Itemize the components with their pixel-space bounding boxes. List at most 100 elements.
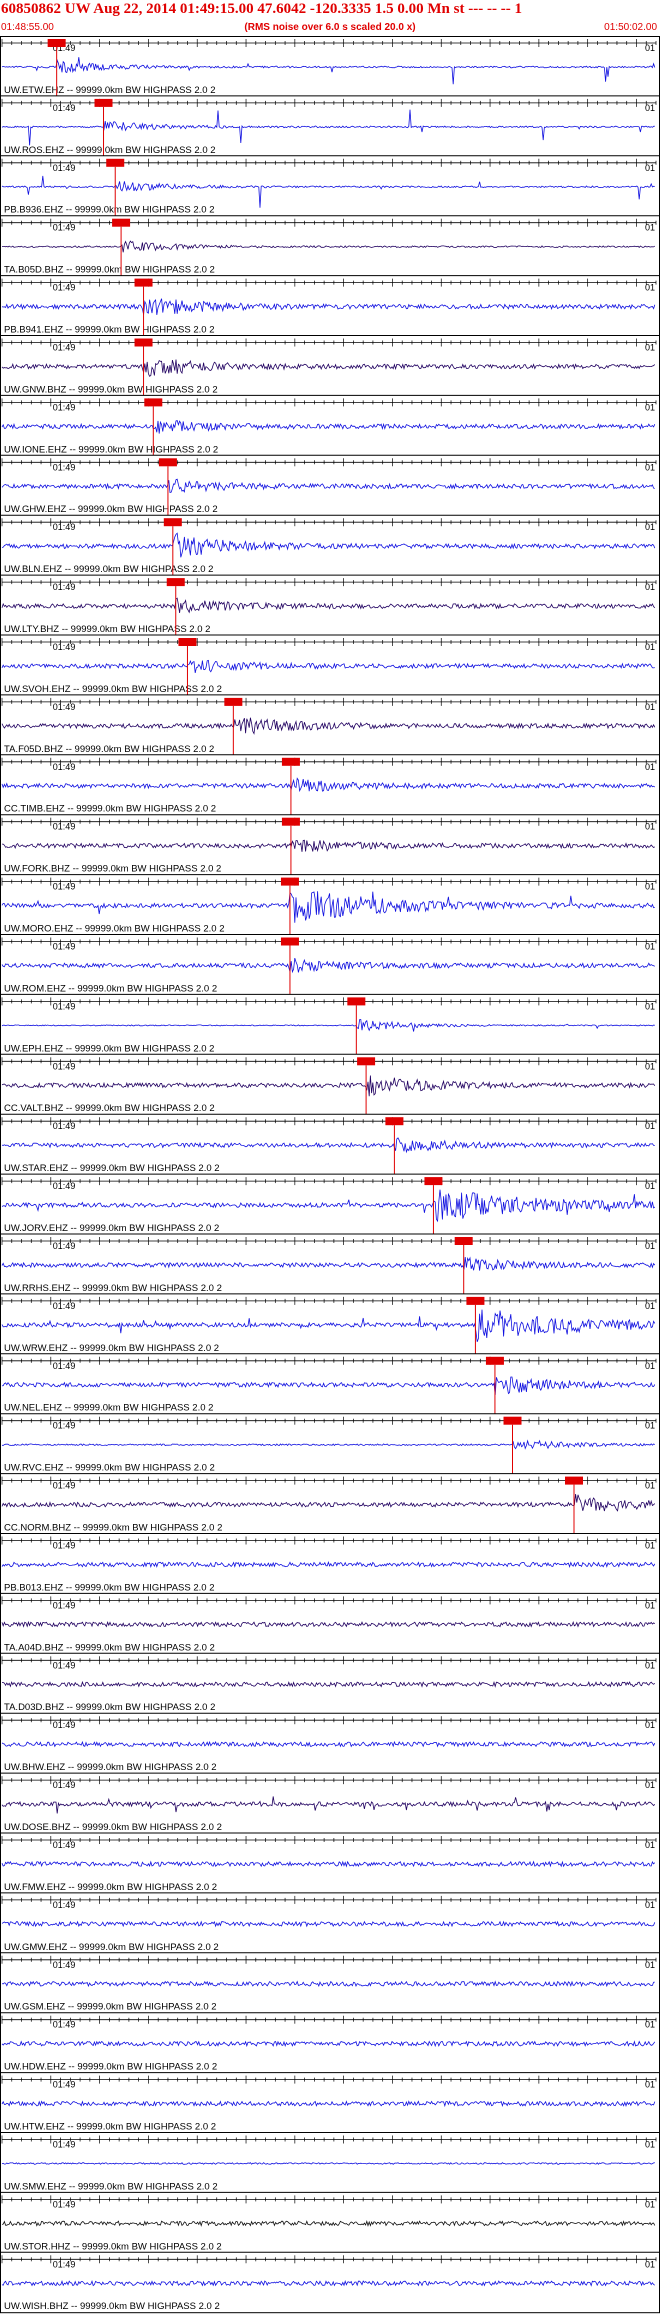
station-label: UW.ROM.EHZ -- 99999.0km BW HIGHPASS 2.0 … (4, 983, 217, 994)
pick-marker (280, 937, 299, 946)
station-label: UW.STAR.EHZ -- 99999.0km BW HIGHPASS 2.0… (4, 1163, 220, 1174)
tick-label: 01 (645, 1361, 655, 1371)
waveform-trace (1, 2220, 656, 2227)
station-label: UW.SMW.EHZ -- 99999.0km BW HIGHPASS 2.0 … (4, 2181, 218, 2192)
waveform-trace (1, 1561, 656, 1569)
tick-label: 01:49 (53, 822, 76, 832)
station-label: PB.B013.EHZ -- 99999.0km BW HIGHPASS 2.0… (4, 1582, 215, 1593)
trace-panel: 01:49 01 TA.B05D.BHZ -- 99999.0km BW HIGHP… (0, 215, 660, 276)
pick-marker (134, 278, 153, 287)
tick-label: 01:49 (53, 642, 76, 652)
trace-panel: 01:49 01 UW.GNW.BHZ -- 99999.0km BW HIGHPA… (0, 335, 660, 396)
tick-label: 01:49 (53, 1421, 76, 1431)
trace-panel: 01:49 01 CC.TIMB.EHZ -- 99999.0km BW HIGHP… (0, 754, 660, 815)
waveform-trace (1, 419, 656, 434)
tick-label: 01 (645, 1061, 655, 1071)
pick-marker (163, 518, 182, 527)
tick-label: 01:49 (53, 2020, 76, 2030)
tick-label: 01:49 (53, 1660, 76, 1670)
waveform-trace (1, 777, 656, 793)
station-label: PB.B936.EHZ -- 99999.0km BW HIGHPASS 2.0… (4, 205, 215, 216)
tick-label: 01 (645, 1600, 655, 1610)
tick-label: 01:49 (53, 1061, 76, 1071)
trace-panel: 01:49 01 UW.GHW.EHZ -- 99999.0km BW HIGHPA… (0, 454, 660, 516)
trace-panel: 01:49 01 UW.ROM.EHZ -- 99999.0km BW HIGHPA… (0, 934, 660, 995)
tick-label: 01:49 (53, 1001, 76, 1011)
station-label: PB.B941.EHZ -- 99999.0km BW HIGHPASS 2.0… (4, 325, 215, 336)
waveform-trace (2, 839, 656, 853)
pick-marker (466, 1296, 485, 1305)
tick-label: 01:49 (53, 882, 76, 892)
station-label: UW.WISH.BHZ -- 99999.0km BW HIGHPASS 2.0… (4, 2301, 220, 2312)
tick-label: 01 (645, 702, 655, 712)
trace-panel: 01:49 01 UW.IONE.EHZ -- 99999.0km BW HIGHP… (0, 394, 660, 456)
tick-label: 01 (645, 1421, 655, 1431)
station-label: UW.GNW.BHZ -- 99999.0km BW HIGHPASS 2.0 … (4, 384, 218, 395)
station-label: UW.STOR.HHZ -- 99999.0km BW HIGHPASS 2.0… (4, 2241, 222, 2252)
trace-panel: 01:49 01 CC.NORM.BHZ -- 99999.0km BW HIGHP… (0, 1473, 660, 1534)
trace-panel: 01:49 01 UW.WRW.EHZ -- 99999.0km BW HIGHPA… (0, 1293, 660, 1354)
tick-label: 01:49 (53, 1780, 76, 1790)
pick-marker (47, 39, 66, 47)
waveform-trace (1, 532, 656, 558)
tick-label: 01 (645, 2199, 655, 2209)
pick-marker (178, 638, 197, 646)
station-label: UW.WRW.EHZ -- 99999.0km BW HIGHPASS 2.0 … (4, 1343, 219, 1354)
tick-label: 01 (645, 343, 655, 353)
pick-marker (347, 997, 366, 1006)
station-label: UW.BLN.EHZ -- 99999.0km BW HIGHPASS 2.0 … (4, 564, 213, 575)
station-label: CC.VALT.BHZ -- 99999.0km BW HIGHPASS 2.0… (4, 1103, 215, 1114)
trace-panel: 01:49 01 UW.BLN.EHZ -- 99999.0km BW HIGHPA… (0, 514, 660, 576)
end-time: 01:50:02.00 (604, 22, 657, 33)
waveform-trace (1, 175, 655, 208)
tick-label: 01:49 (53, 2259, 76, 2269)
pick-marker (357, 1057, 376, 1066)
tick-label: 01 (645, 1241, 655, 1251)
trace-panel: 01:49 01 UW.RVC.EHZ -- 99999.0km BW HIGHPA… (0, 1413, 660, 1474)
tick-label: 01:49 (53, 522, 76, 532)
trace-panel: 01:49 01 TA.D03D.BHZ -- 99999.0km BW HIGHP… (0, 1652, 660, 1713)
pick-marker (424, 1177, 443, 1186)
tick-label: 01 (645, 2259, 655, 2269)
tick-label: 01 (645, 2080, 655, 2090)
trace-panel: 01:49 01 UW.EPH.EHZ -- 99999.0km BW HIGHPA… (0, 993, 660, 1054)
tick-label: 01:49 (53, 1720, 76, 1730)
station-label: UW.RVC.EHZ -- 99999.0km BW HIGHPASS 2.0 … (4, 1463, 215, 1474)
tick-label: 01 (645, 223, 655, 233)
record-header: 60850862 UW Aug 22, 2014 01:49:15.00 47.… (0, 0, 660, 36)
waveform-trace (1, 1620, 656, 1628)
pick-marker (106, 158, 125, 167)
tick-label: 01:49 (53, 1121, 76, 1131)
trace-panel: 01:49 01 TA.A04D.BHZ -- 99999.0km BW HIGHP… (0, 1592, 660, 1653)
station-label: UW.HTW.EHZ -- 99999.0km BW HIGHPASS 2.0 … (4, 2122, 216, 2133)
station-label: UW.FORK.BHZ -- 99999.0km BW HIGHPASS 2.0… (4, 864, 221, 875)
trace-panel: 01:49 01 UW.JORV.EHZ -- 99999.0km BW HIGHP… (0, 1173, 660, 1234)
waveform-trace (1, 1860, 656, 1868)
station-label: UW.EPH.EHZ -- 99999.0km BW HIGHPASS 2.0 … (4, 1043, 214, 1054)
tick-label: 01:49 (53, 1600, 76, 1610)
waveform-trace (1, 478, 655, 494)
station-label: UW.JORV.EHZ -- 99999.0km BW HIGHPASS 2.0… (4, 1223, 219, 1234)
trace-panel: 01:49 01 UW.HTW.EHZ -- 99999.0km BW HIGHPA… (0, 2072, 660, 2133)
station-label: CC.TIMB.EHZ -- 99999.0km BW HIGHPASS 2.0… (4, 804, 216, 815)
tick-label: 01 (645, 1541, 655, 1551)
trace-panel: 01:49 01 UW.DOSE.BHZ -- 99999.0km BW HIGHP… (0, 1772, 660, 1833)
tick-label: 01:49 (53, 702, 76, 712)
tick-label: 01 (645, 642, 655, 652)
waveform-trace (1, 2040, 656, 2048)
tick-label: 01:49 (53, 1301, 76, 1311)
tick-label: 01:49 (53, 1900, 76, 1910)
waveform-trace (1, 717, 656, 735)
waveform-trace (1, 1256, 656, 1271)
trace-panel: 01:49 01 UW.FMW.EHZ -- 99999.0km BW HIGHPA… (0, 1832, 660, 1893)
waveform-trace (1, 359, 656, 377)
waveform-trace (1, 1189, 656, 1223)
tick-label: 01:49 (53, 223, 76, 233)
pick-marker (485, 1356, 504, 1365)
tick-label: 01 (645, 1720, 655, 1730)
tick-label: 01:49 (53, 1241, 76, 1251)
waveform-trace (1, 2100, 656, 2108)
tick-label: 01 (645, 163, 655, 173)
pick-marker (158, 458, 177, 467)
waveform-trace (1, 1740, 656, 1748)
